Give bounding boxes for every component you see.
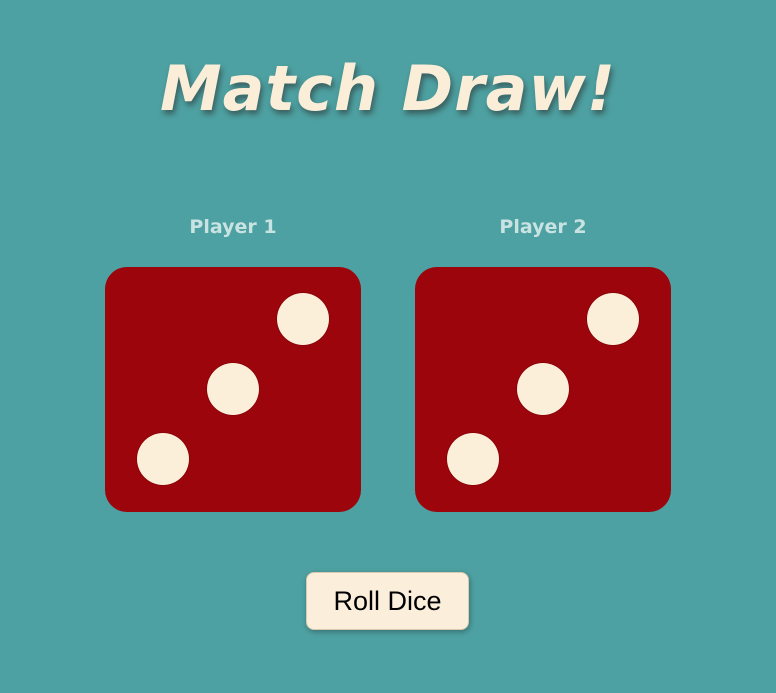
die-pip (517, 363, 569, 415)
player-2-panel: Player 2 (415, 212, 671, 512)
player-2-die (415, 267, 671, 512)
player-1-label: Player 1 (189, 216, 277, 238)
die-pip (277, 293, 329, 345)
player-1-panel: Player 1 (105, 212, 361, 512)
page-title: Match Draw! (159, 52, 617, 125)
die-pip (137, 433, 189, 485)
player-1-die (105, 267, 361, 512)
die-pip (447, 433, 499, 485)
roll-dice-button[interactable]: Roll Dice (306, 572, 469, 630)
die-pip (587, 293, 639, 345)
die-pip (207, 363, 259, 415)
player-2-label: Player 2 (499, 216, 587, 238)
